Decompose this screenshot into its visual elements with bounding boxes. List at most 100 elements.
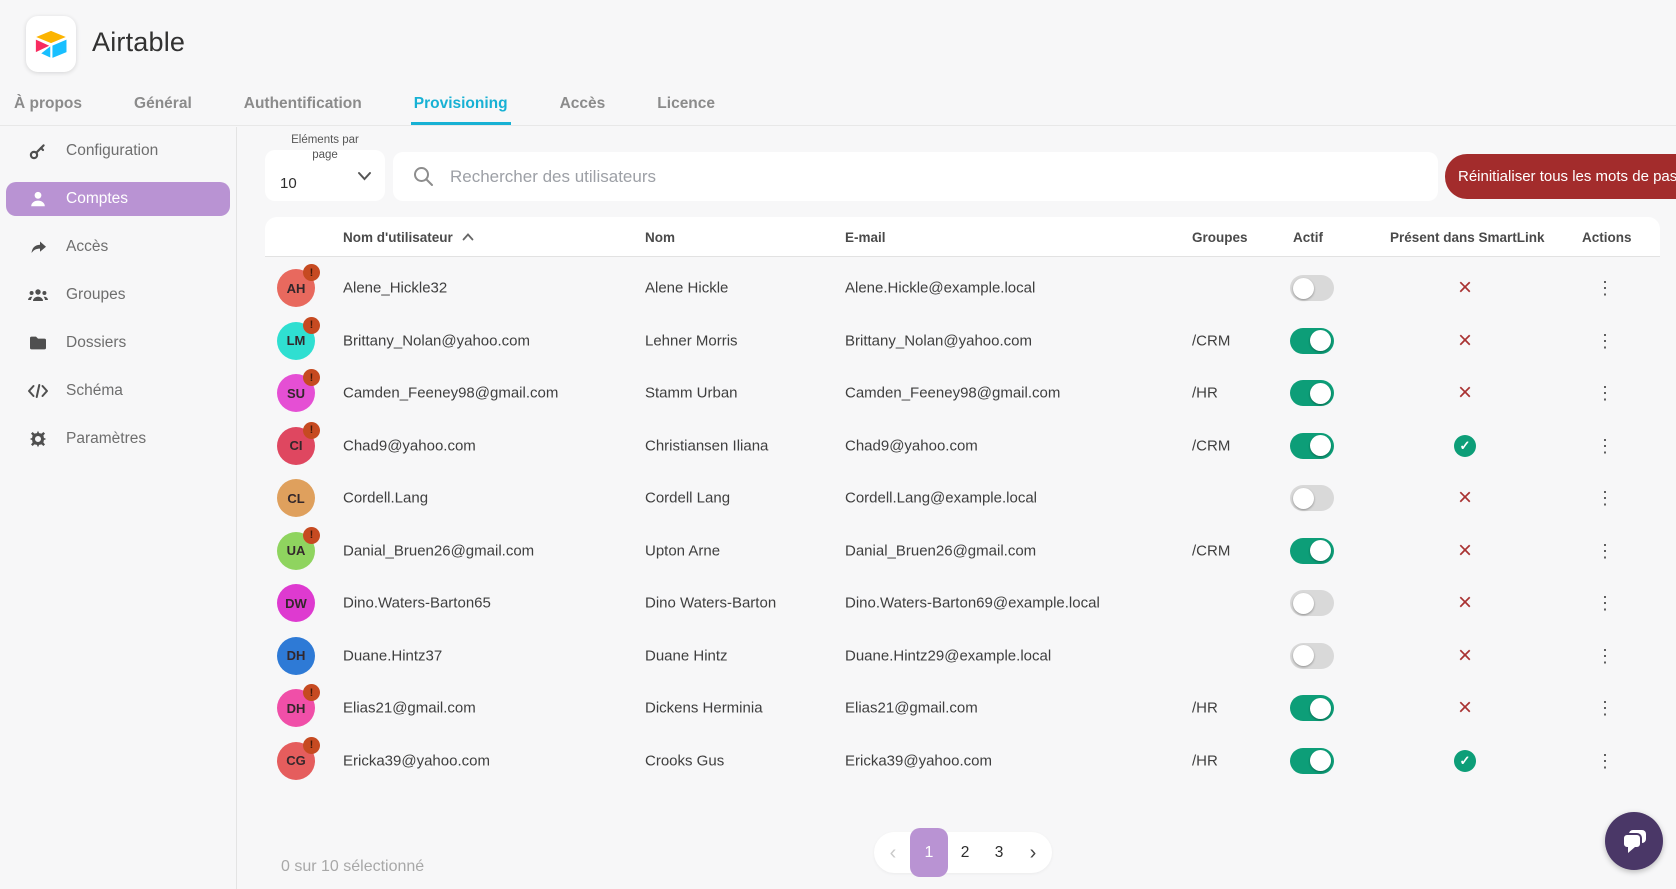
kebab-menu-icon[interactable]: ⋮ — [1596, 542, 1614, 560]
sidebar-item-comptes[interactable]: Comptes — [0, 175, 236, 223]
page-next-button[interactable]: › — [1016, 843, 1050, 863]
avatar: DH — [277, 637, 315, 675]
table-row[interactable]: DH Duane.Hintz37 Duane Hintz Duane.Hintz29@… — [0, 630, 1676, 683]
per-page-select[interactable]: Eléments par page 10 — [265, 150, 385, 201]
kebab-menu-icon[interactable]: ⋮ — [1596, 752, 1614, 770]
username-cell: Brittany_Nolan@yahoo.com — [343, 332, 530, 349]
kebab-menu-icon[interactable]: ⋮ — [1596, 437, 1614, 455]
sidebar-item-label: Comptes — [66, 190, 128, 208]
name-cell: Dickens Herminia — [645, 700, 763, 717]
actions-cell: ⋮ — [1588, 542, 1622, 560]
active-toggle[interactable] — [1290, 643, 1334, 669]
search-icon — [412, 165, 435, 188]
active-toggle[interactable] — [1290, 328, 1334, 354]
page-prev-button[interactable]: ‹ — [876, 843, 910, 863]
column-groups: Groupes — [1192, 217, 1248, 257]
active-toggle[interactable] — [1290, 538, 1334, 564]
sidebar-item-label: Accès — [66, 238, 108, 256]
cross-icon: × — [1458, 696, 1472, 720]
avatar-cell: LM! — [277, 322, 315, 360]
table-row[interactable]: SU!Camden_Feeney98@gmail.comStamm UrbanC… — [0, 367, 1676, 420]
alert-badge-icon: ! — [303, 527, 320, 544]
user-icon — [27, 189, 49, 209]
column-smartlink: Présent dans SmartLink — [1390, 217, 1560, 257]
table-row[interactable]: CI!Chad9@yahoo.comChristiansen IlianaCha… — [0, 420, 1676, 473]
airtable-logo — [26, 16, 76, 72]
toggle-knob — [1310, 698, 1331, 719]
kebab-menu-icon[interactable]: ⋮ — [1596, 332, 1614, 350]
kebab-menu-icon[interactable]: ⋮ — [1596, 647, 1614, 665]
name-cell: Alene Hickle — [645, 280, 728, 297]
key-icon — [27, 141, 49, 161]
avatar: LM! — [277, 322, 315, 360]
actions-cell: ⋮ — [1588, 594, 1622, 612]
kebab-menu-icon[interactable]: ⋮ — [1596, 594, 1614, 612]
avatar: CG! — [277, 742, 315, 780]
table-row[interactable]: CG!Ericka39@yahoo.comCrooks GusEricka39@… — [0, 735, 1676, 788]
column-username-label: Nom d'utilisateur — [343, 230, 453, 245]
page-button-1[interactable]: 1 — [910, 828, 948, 877]
column-username[interactable]: Nom d'utilisateur — [343, 217, 474, 257]
active-toggle[interactable] — [1290, 275, 1334, 301]
page-button-2[interactable]: 2 — [948, 844, 982, 862]
email-cell: Danial_Bruen26@gmail.com — [845, 542, 1036, 559]
actions-cell: ⋮ — [1588, 279, 1622, 297]
search-bar — [393, 152, 1438, 201]
airtable-logo-icon — [33, 28, 69, 60]
cross-icon: × — [1458, 486, 1472, 510]
active-toggle[interactable] — [1290, 695, 1334, 721]
cross-icon: × — [1458, 591, 1472, 615]
tab-authentification[interactable]: Authentification — [241, 95, 365, 125]
table-row[interactable]: AH!Alene_Hickle32Alene HickleAlene.Hickl… — [0, 262, 1676, 315]
smartlink-cell: × — [1445, 329, 1485, 353]
active-cell — [1290, 433, 1334, 459]
active-toggle[interactable] — [1290, 433, 1334, 459]
tab-general[interactable]: Général — [131, 95, 195, 125]
column-email: E-mail — [845, 217, 886, 257]
avatar-cell: DH! — [277, 689, 315, 727]
table-header: Nom d'utilisateur Nom E-mail Groupes Act… — [265, 217, 1660, 257]
kebab-menu-icon[interactable]: ⋮ — [1596, 279, 1614, 297]
app-title: Airtable — [92, 27, 185, 58]
table-row[interactable]: DH!Elias21@gmail.comDickens HerminiaElia… — [0, 682, 1676, 735]
group-cell: /CRM — [1192, 332, 1230, 349]
avatar: DW — [277, 584, 315, 622]
table-row[interactable]: CLCordell.LangCordell LangCordell.Lang@e… — [0, 472, 1676, 525]
active-cell — [1290, 275, 1334, 301]
active-toggle[interactable] — [1290, 485, 1334, 511]
user-table-body: AH!Alene_Hickle32Alene HickleAlene.Hickl… — [0, 262, 1676, 787]
email-cell: Duane.Hintz29@example.local — [845, 647, 1051, 664]
table-row[interactable]: UA!Danial_Bruen26@gmail.comUpton ArneDan… — [0, 525, 1676, 578]
kebab-menu-icon[interactable]: ⋮ — [1596, 489, 1614, 507]
name-cell: Christiansen Iliana — [645, 437, 768, 454]
toggle-knob — [1293, 488, 1314, 509]
smartlink-cell: × — [1445, 539, 1485, 563]
group-cell: /CRM — [1192, 542, 1230, 559]
table-row[interactable]: LM!Brittany_Nolan@yahoo.comLehner Morris… — [0, 315, 1676, 368]
username-cell: Duane.Hintz37 — [343, 647, 442, 664]
name-cell: Duane Hintz — [645, 647, 728, 664]
tab-acces[interactable]: Accès — [557, 95, 609, 125]
kebab-menu-icon[interactable]: ⋮ — [1596, 699, 1614, 717]
email-cell: Alene.Hickle@example.local — [845, 280, 1035, 297]
sidebar-item-configuration[interactable]: Configuration — [0, 127, 236, 175]
active-toggle[interactable] — [1290, 590, 1334, 616]
username-cell: Danial_Bruen26@gmail.com — [343, 542, 534, 559]
toggle-knob — [1310, 435, 1331, 456]
active-toggle[interactable] — [1290, 748, 1334, 774]
active-toggle[interactable] — [1290, 380, 1334, 406]
tab-a-propos[interactable]: À propos — [11, 95, 85, 125]
tab-provisioning[interactable]: Provisioning — [411, 95, 511, 125]
group-cell: /CRM — [1192, 437, 1230, 454]
tab-licence[interactable]: Licence — [654, 95, 718, 125]
chat-launcher-button[interactable] — [1605, 812, 1663, 870]
reset-passwords-button[interactable]: Réinitialiser tous les mots de passe — [1445, 154, 1676, 199]
check-circle-icon: ✓ — [1454, 750, 1476, 772]
kebab-menu-icon[interactable]: ⋮ — [1596, 384, 1614, 402]
page-button-3[interactable]: 3 — [982, 844, 1016, 862]
search-input[interactable] — [448, 166, 1298, 188]
table-row[interactable]: DWDino.Waters-Barton65Dino Waters-Barton… — [0, 577, 1676, 630]
smartlink-cell: × — [1445, 486, 1485, 510]
top-tabs: À propos Général Authentification Provision… — [0, 86, 1676, 126]
actions-cell: ⋮ — [1588, 384, 1622, 402]
